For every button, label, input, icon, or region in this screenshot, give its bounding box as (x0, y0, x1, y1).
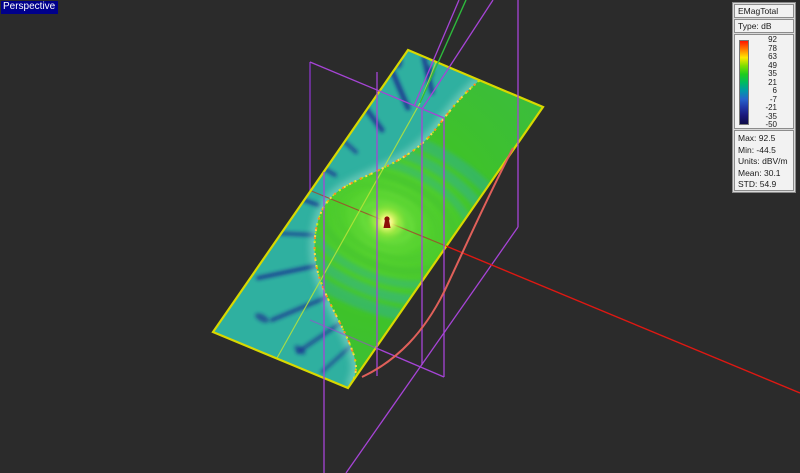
boresight-axis (445, 245, 800, 394)
view-mode-label[interactable]: Perspective (1, 1, 59, 14)
legend-title: EMagTotal (734, 4, 794, 18)
legend-type: Type: dB (734, 19, 794, 33)
colorbar-ticks: 92 78 63 49 35 21 6 -7 -21 -35 -50 (751, 36, 777, 129)
simulation-viewport: Perspective EMagTotal Type: dB 92 78 63 49 3… (0, 0, 800, 473)
colorbar-tick-label: 6 (772, 86, 777, 95)
results-legend-panel: EMagTotal Type: dB 92 78 63 49 35 21 6 -7 -21 -35… (732, 2, 796, 193)
viewport-3d-scene[interactable] (0, 0, 800, 473)
statistic-line: Units: dBV/m (738, 156, 788, 166)
colorbar-tick-label: 92 (768, 35, 777, 44)
colorbar-tick-label: -21 (765, 103, 777, 112)
field-sensor-plane (213, 50, 543, 388)
legend-color-scale: 92 78 63 49 35 21 6 -7 -21 -35 -50 (734, 34, 794, 129)
statistic-line: Max: 92.5 (738, 133, 776, 143)
statistic-line: Mean: 30.1 (738, 167, 781, 178)
legend-statistics: Max: 92.5 Min: -44.5 Units: dBV/m Mean: 30.… (734, 130, 794, 191)
statistic-line: Min: -44.5 (738, 144, 776, 155)
colorbar-tick-label: 63 (768, 52, 777, 61)
colorbar-tick-label: -50 (765, 120, 777, 129)
colorbar-gradient (739, 40, 749, 125)
statistic-line: STD: 54.9 (738, 179, 777, 189)
colorbar-tick-label: 35 (768, 69, 777, 78)
